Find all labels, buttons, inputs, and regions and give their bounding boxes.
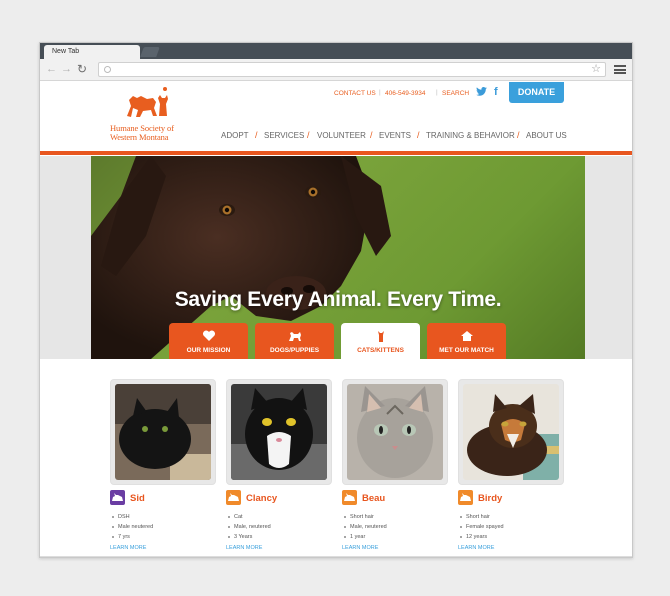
twitter-icon[interactable] <box>476 87 487 96</box>
dog-cat-logo-icon <box>127 87 168 117</box>
tab-label: MET OUR MATCH <box>439 347 494 354</box>
pet-photo[interactable] <box>347 384 443 480</box>
nav-separator: / <box>370 130 373 140</box>
pet-attribute: Male neutered <box>111 524 154 530</box>
nav-separator: / <box>255 130 258 140</box>
hero-gutter <box>40 156 91 359</box>
tab-label: DOGS/PUPPIES <box>269 347 320 354</box>
pet-name[interactable]: Beau <box>362 493 385 504</box>
browser-window: New Tab ← → ↻ ☆ Humane Society of Wester… <box>39 42 633 558</box>
header-divider <box>40 151 632 155</box>
phone-link[interactable]: 406-549-3934 <box>385 90 425 97</box>
tab-label: CATS/KITTENS <box>357 347 404 354</box>
cat-lying-icon <box>112 493 123 501</box>
nav-volunteer[interactable]: VOLUNTEER <box>317 131 366 140</box>
pet-photo[interactable] <box>115 384 211 480</box>
logo-line-2: Western Montana <box>110 131 169 142</box>
search-link[interactable]: SEARCH <box>442 90 469 97</box>
tab-met-our-match[interactable]: MET OUR MATCH <box>427 323 506 359</box>
cat-lying-icon <box>344 493 355 501</box>
website: Humane Society of Western Montana CONTAC… <box>40 82 632 557</box>
nav-separator: / <box>417 130 420 140</box>
pet-attribute: Female spayed <box>460 524 504 530</box>
donate-button[interactable]: DONATE <box>509 82 564 103</box>
nav-events[interactable]: EVENTS <box>379 131 411 140</box>
pet-attribute: 12 years <box>459 534 488 540</box>
learn-more-link[interactable]: LEARN MORE <box>110 545 146 551</box>
pet-photo-frame <box>458 379 564 485</box>
logo-text: Humane Society of Western Montana <box>110 124 174 141</box>
pet-photo[interactable] <box>463 384 559 480</box>
pet-attribute: Male, neutered <box>344 524 387 530</box>
pet-type-badge <box>226 490 241 505</box>
address-bar[interactable]: ☆ <box>98 62 606 77</box>
hero-title: Saving Every Animal. Every Time. <box>174 288 502 311</box>
pet-name[interactable]: Clancy <box>246 493 277 504</box>
pet-attribute: Short hair <box>344 514 374 520</box>
browser-tab[interactable]: New Tab <box>44 45 140 59</box>
pet-attribute: DSH <box>112 514 130 520</box>
black-cat-image <box>115 384 211 480</box>
pet-photo-frame <box>110 379 216 485</box>
browser-menu-icon[interactable] <box>614 65 626 74</box>
learn-more-link[interactable]: LEARN MORE <box>342 545 378 551</box>
cat-lying-icon <box>228 493 239 501</box>
pet-attribute: 3 Years <box>227 534 253 540</box>
pet-type-badge <box>458 490 473 505</box>
nav-adopt[interactable]: ADOPT <box>221 131 249 140</box>
tab-label: OUR MISSION <box>186 347 231 354</box>
nav-training-behavior[interactable]: TRAINING & BEHAVIOR <box>426 131 515 140</box>
nav-separator: / <box>307 130 310 140</box>
cat-lying-icon <box>460 493 471 501</box>
reload-icon[interactable]: ↻ <box>77 63 87 75</box>
forward-icon[interactable]: → <box>61 63 72 75</box>
pet-attribute: 7 yrs <box>112 534 130 540</box>
pet-attribute: Cat <box>228 514 243 520</box>
page-bottom-edge <box>40 556 632 557</box>
back-icon[interactable]: ← <box>46 63 57 75</box>
tab-dogs-puppies[interactable]: DOGS/PUPPIES <box>255 323 334 359</box>
pet-photo-frame <box>342 379 448 485</box>
tuxedo-cat-image <box>231 384 327 480</box>
tab-title: New Tab <box>52 48 80 55</box>
bookmark-star-icon[interactable]: ☆ <box>591 63 601 76</box>
nav-about-us[interactable]: ABOUT US <box>526 131 567 140</box>
pet-type-badge <box>342 490 357 505</box>
hero-banner: Saving Every Animal. Every Time. <box>91 156 585 359</box>
new-tab-button[interactable] <box>140 47 160 57</box>
tabby-cat-image <box>347 384 443 480</box>
facebook-icon[interactable]: f <box>494 86 498 98</box>
learn-more-link[interactable]: LEARN MORE <box>226 545 262 551</box>
pet-photo-frame <box>226 379 332 485</box>
dog-icon <box>289 332 301 341</box>
nav-separator: / <box>517 130 520 140</box>
contact-us-link[interactable]: CONTACT US <box>334 90 376 97</box>
site-logo[interactable]: Humane Society of Western Montana <box>110 86 190 144</box>
tortoiseshell-cat-image <box>463 384 559 480</box>
heart-icon <box>202 330 216 341</box>
browser-toolbar: ← → ↻ ☆ <box>40 59 632 81</box>
tab-our-mission[interactable]: OUR MISSION <box>169 323 248 359</box>
utility-separator: | <box>436 89 438 96</box>
nav-services[interactable]: SERVICES <box>264 131 304 140</box>
learn-more-link[interactable]: LEARN MORE <box>458 545 494 551</box>
tab-bar: New Tab <box>40 43 632 59</box>
utility-separator: | <box>379 89 381 96</box>
pet-name[interactable]: Sid <box>130 493 145 504</box>
hero-dog-image <box>91 156 391 359</box>
pet-attribute: Short hair <box>460 514 490 520</box>
pet-photo[interactable] <box>231 384 327 480</box>
pet-attribute: Male, neutered <box>228 524 271 530</box>
page-info-icon <box>104 66 111 73</box>
pet-type-badge <box>110 490 125 505</box>
cat-icon <box>378 331 384 342</box>
pet-name[interactable]: Birdy <box>478 493 502 504</box>
hero-gutter <box>585 156 632 359</box>
house-icon <box>461 331 473 341</box>
pet-attribute: 1 year <box>343 534 366 540</box>
tab-cats-kittens[interactable]: CATS/KITTENS <box>341 323 420 359</box>
